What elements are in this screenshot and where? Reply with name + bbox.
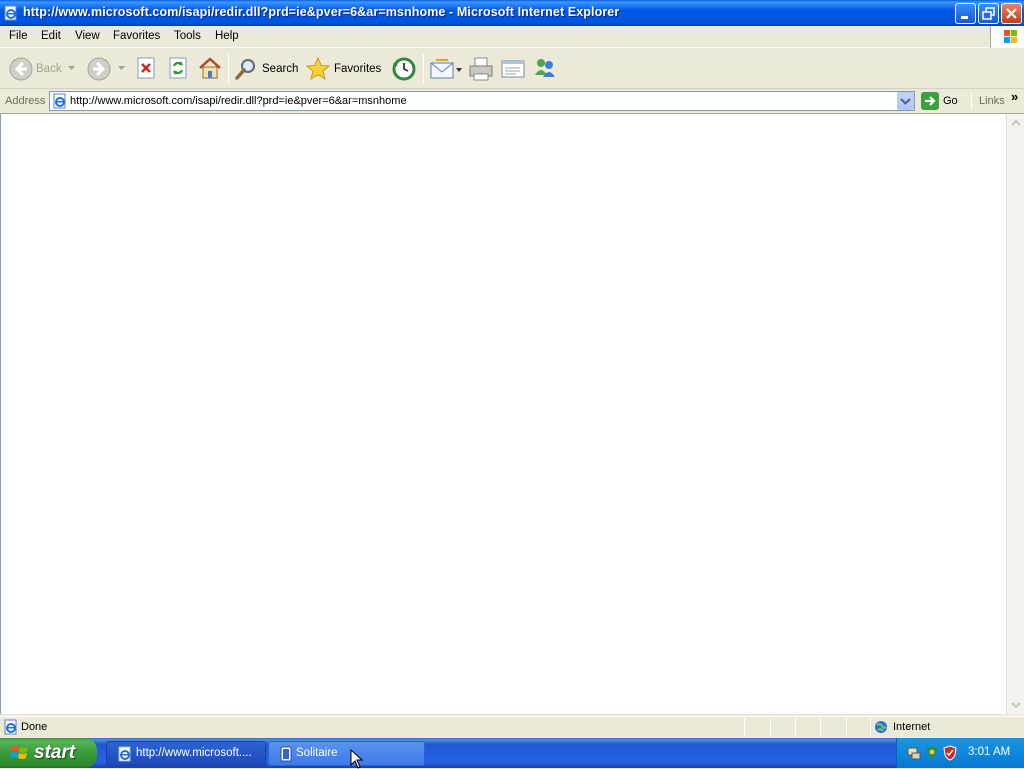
toolbar-separator [423,54,424,84]
chevron-down-icon [900,98,911,105]
status-divider [770,718,771,736]
windows-flag-icon [10,746,28,759]
mail-envelope-icon [430,59,462,79]
go-arrow-icon [921,92,939,110]
shield-tray-icon[interactable] [942,745,958,761]
search-button[interactable]: Search [233,55,299,83]
status-divider [846,718,847,736]
mouse-cursor-icon [350,749,364,769]
menu-help[interactable]: Help [215,30,239,42]
status-divider [820,718,821,736]
status-divider [795,718,796,736]
messenger-button[interactable] [532,55,558,83]
stop-icon [137,57,155,79]
taskbar-clock[interactable]: 3:01 AM [968,746,1010,758]
menu-tools[interactable]: Tools [174,30,201,42]
address-url-text: http://www.microsoft.com/isapi/redir.dll… [70,95,407,107]
edit-button[interactable] [500,56,526,82]
favorites-button[interactable]: Favorites [305,55,383,83]
menu-view[interactable]: View [75,30,100,42]
solitaire-card-icon [280,746,292,762]
messenger-icon [535,59,555,77]
close-window-button[interactable] [1001,3,1022,24]
back-dropdown-icon [68,66,75,70]
toolbar-separator [971,92,972,110]
security-center-tray-icon[interactable] [924,745,940,761]
ie-page-icon [118,746,131,762]
title-bar[interactable]: http://www.microsoft.com/isapi/redir.dll… [0,0,1024,26]
taskbar-item-label: http://www.microsoft.... [136,747,252,759]
menu-file[interactable]: File [9,30,28,42]
refresh-button[interactable] [167,56,189,82]
restore-button[interactable] [978,3,999,24]
forward-dropdown-icon [118,66,125,70]
home-button[interactable] [198,55,222,81]
menu-favorites[interactable]: Favorites [113,30,160,42]
refresh-icon [169,57,187,79]
minimize-button[interactable] [955,3,976,24]
chevron-up-icon [1011,119,1021,126]
printer-icon [469,57,493,81]
scroll-down-button[interactable] [1008,697,1024,713]
status-text: Done [21,721,48,733]
print-button[interactable] [468,55,494,83]
go-button[interactable]: Go [919,91,963,111]
taskbar-item-label: Solitaire [296,747,338,759]
internet-globe-icon [875,721,887,733]
search-label: Search [262,63,299,75]
edit-page-icon [501,60,525,78]
back-arrow-icon [9,57,33,81]
ie-page-icon [4,719,17,735]
status-divider [870,718,871,736]
history-icon [392,57,416,81]
address-dropdown-button[interactable] [897,92,914,110]
favorites-label: Favorites [334,63,382,75]
history-button[interactable] [390,55,418,83]
go-label: Go [943,95,958,107]
back-button[interactable]: Back [6,55,78,83]
taskbar-item-ie[interactable]: http://www.microsoft.... [106,741,266,766]
ie-page-icon [53,93,66,109]
status-divider [744,718,745,736]
start-label: start [34,742,76,763]
menu-edit[interactable]: Edit [41,30,61,42]
chevron-down-icon [1011,702,1021,709]
taskbar-item-solitaire[interactable]: Solitaire [268,741,425,766]
ie-page-icon [3,5,19,21]
home-icon [199,57,221,79]
forward-arrow-icon [87,57,111,81]
window-title: http://www.microsoft.com/isapi/redir.dll… [23,5,620,19]
forward-button[interactable] [86,55,128,83]
mail-button[interactable] [429,56,465,82]
favorites-star-icon [305,56,331,81]
windows-logo-icon [990,26,1024,48]
search-icon [235,59,255,80]
page-content-area[interactable] [0,114,1006,714]
security-zone-label: Internet [893,721,931,733]
vertical-scrollbar[interactable] [1006,114,1024,714]
address-label: Address [5,95,46,107]
back-label: Back [36,63,62,75]
toolbar-separator [228,54,229,84]
network-tray-icon[interactable] [906,745,922,761]
scroll-up-button[interactable] [1008,115,1024,131]
stop-button[interactable] [135,56,157,82]
links-chevron-icon[interactable]: » [1011,89,1018,104]
links-label[interactable]: Links [979,95,1005,107]
